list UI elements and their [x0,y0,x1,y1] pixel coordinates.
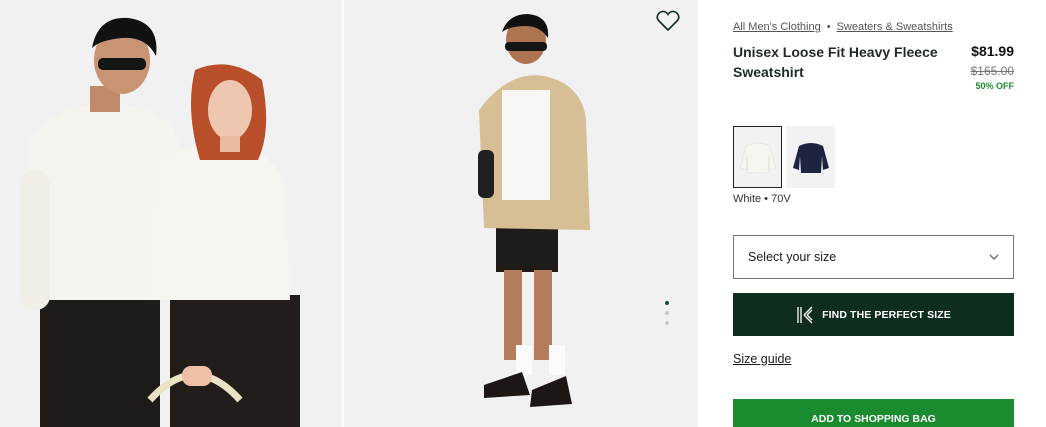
find-perfect-size-label: FIND THE PERFECT SIZE [822,308,951,321]
navy-sweatshirt-thumbnail [792,143,829,173]
color-swatches [733,126,835,188]
pagination-dot[interactable] [665,311,669,315]
model-illustration [478,14,590,407]
breadcrumb-link-mens-clothing[interactable]: All Men's Clothing [733,21,821,33]
breadcrumb-link-sweaters[interactable]: Sweaters & Sweatshirts [837,21,953,33]
size-select-placeholder: Select your size [748,250,837,264]
pagination-dot[interactable] [665,301,669,305]
find-perfect-size-button[interactable]: FIND THE PERFECT SIZE [733,293,1014,336]
product-gallery [0,0,698,427]
chevron-down-icon [989,254,999,260]
add-to-bag-label: ADD TO SHOPPING BAG [811,413,936,425]
sale-price: $81.99 [971,43,1014,59]
color-swatch-navy[interactable] [786,126,835,188]
price-block: $81.99 $165.00 50% OFF [971,43,1014,91]
breadcrumb-separator: • [826,21,831,33]
product-title: Unisex Loose Fit Heavy Fleece Sweatshirt [733,44,938,80]
kiwi-sizing-icon [797,306,813,323]
pagination-dot[interactable] [665,321,669,325]
couple-illustration [20,17,300,427]
breadcrumb: All Men's Clothing • Sweaters & Sweatshirt… [733,21,953,33]
product-photo-model[interactable] [344,0,698,427]
add-to-bag-button[interactable]: ADD TO SHOPPING BAG [733,399,1014,427]
selected-color-label: White • 70V [733,193,791,205]
heart-outline-icon [656,10,680,32]
white-sweatshirt-thumbnail [739,142,776,174]
gallery-pagination [664,301,670,331]
original-price: $165.00 [970,64,1014,78]
size-select[interactable]: Select your size [733,235,1014,279]
product-photo-couple[interactable] [0,0,342,427]
wishlist-button[interactable] [654,8,682,34]
product-info-panel: All Men's Clothing • Sweaters & Sweatshirt… [733,0,1014,427]
size-guide-link[interactable]: Size guide [733,352,791,366]
discount-badge: 50% OFF [975,81,1014,91]
color-swatch-white[interactable] [733,126,782,188]
